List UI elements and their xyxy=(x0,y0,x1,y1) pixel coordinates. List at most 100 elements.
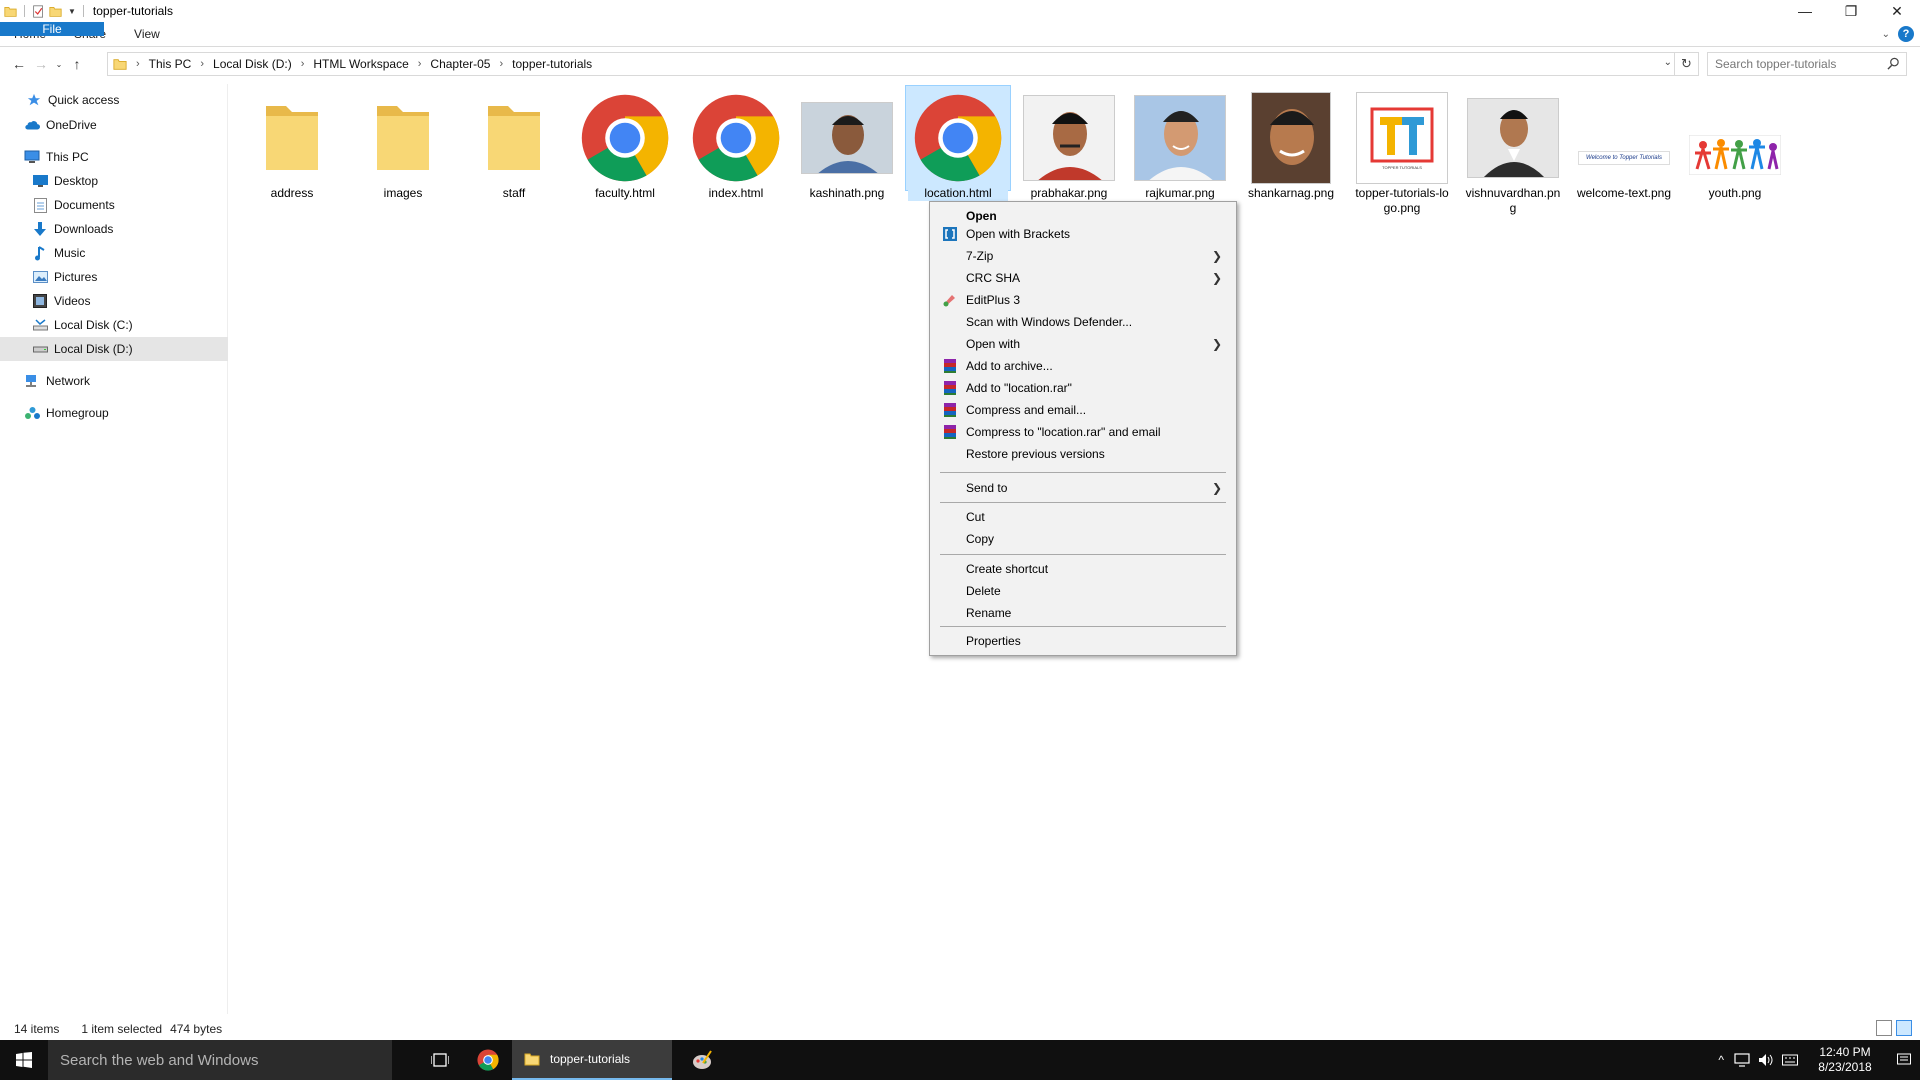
recent-locations-icon[interactable]: ⌄ xyxy=(52,52,66,76)
file-item[interactable]: kashinath.png xyxy=(795,86,899,201)
menu-item-restore-previous-versions[interactable]: Restore previous versions xyxy=(932,443,1234,465)
taskbar-search-input[interactable]: Search the web and Windows xyxy=(48,1040,392,1080)
menu-item-properties[interactable]: Properties xyxy=(932,630,1234,652)
logo-caption: TOPPER TUTORIALS xyxy=(1382,164,1422,170)
nav-item-documents[interactable]: Documents xyxy=(0,193,228,217)
chevron-right-icon[interactable]: › xyxy=(499,58,503,70)
menu-item-copy[interactable]: Copy xyxy=(932,528,1234,550)
nav-label: Local Disk (D:) xyxy=(54,342,133,356)
keyboard-icon[interactable] xyxy=(1782,1053,1798,1067)
expand-ribbon-icon[interactable]: ⌄ xyxy=(1882,29,1890,40)
volume-icon[interactable] xyxy=(1758,1053,1774,1067)
breadcrumb-local-disk-d[interactable]: Local Disk (D:) xyxy=(213,57,292,71)
menu-item-scan-defender[interactable]: Scan with Windows Defender... xyxy=(932,311,1234,333)
menu-item-rename[interactable]: Rename xyxy=(932,602,1234,624)
breadcrumb-html-workspace[interactable]: HTML Workspace xyxy=(313,57,408,71)
menu-item-7zip[interactable]: 7-Zip ❯ xyxy=(932,245,1234,267)
menu-item-create-shortcut[interactable]: Create shortcut xyxy=(932,558,1234,580)
menu-item-compress-to-rar-email[interactable]: Compress to "location.rar" and email xyxy=(932,421,1234,443)
file-name: staff xyxy=(502,186,526,200)
file-item[interactable]: Welcome to Topper Tutorials welcome-text… xyxy=(1572,86,1676,201)
file-item[interactable]: rajkumar.png xyxy=(1128,86,1232,201)
menu-item-editplus[interactable]: EditPlus 3 xyxy=(932,289,1234,311)
address-bar[interactable]: › This PC › Local Disk (D:) › HTML Works… xyxy=(107,52,1699,76)
homegroup-icon xyxy=(24,405,40,421)
file-item[interactable]: images xyxy=(351,86,455,201)
breadcrumb-this-pc[interactable]: This PC xyxy=(149,57,192,71)
chevron-right-icon[interactable]: › xyxy=(200,58,204,70)
nav-item-music[interactable]: Music xyxy=(0,241,228,265)
menu-item-send-to[interactable]: Send to ❯ xyxy=(932,477,1234,499)
paint-taskbar-button[interactable] xyxy=(678,1040,726,1080)
file-item[interactable]: shankarnag.png xyxy=(1239,86,1343,201)
menu-item-compress-and-email[interactable]: Compress and email... xyxy=(932,399,1234,421)
file-item[interactable]: faculty.html xyxy=(573,86,677,201)
network-icon[interactable] xyxy=(1734,1053,1750,1067)
file-item[interactable]: index.html xyxy=(684,86,788,201)
nav-item-videos[interactable]: Videos xyxy=(0,289,228,313)
nav-item-desktop[interactable]: Desktop xyxy=(0,169,228,193)
customize-toolbar-icon[interactable]: ▼ xyxy=(68,7,76,16)
breadcrumb-topper-tutorials[interactable]: topper-tutorials xyxy=(512,57,592,71)
search-input[interactable]: Search topper-tutorials xyxy=(1707,52,1907,76)
file-name: faculty.html xyxy=(595,186,655,200)
quick-access-toolbar: ▼ xyxy=(0,0,87,22)
clock[interactable]: 12:40 PM 8/23/2018 xyxy=(1802,1045,1888,1075)
details-view-icon[interactable] xyxy=(1876,1020,1892,1036)
file-item[interactable]: staff xyxy=(462,86,566,201)
show-hidden-icons[interactable]: ^ xyxy=(1718,1053,1724,1067)
menu-item-add-to-rar[interactable]: Add to "location.rar" xyxy=(932,377,1234,399)
forward-button[interactable]: → xyxy=(30,52,52,76)
menu-item-open-with[interactable]: Open with ❯ xyxy=(932,333,1234,355)
nav-item-local-disk-d[interactable]: Local Disk (D:) xyxy=(0,337,228,361)
file-name: location.html xyxy=(908,186,1008,201)
menu-item-open-with-brackets[interactable]: Open with Brackets xyxy=(932,223,1234,245)
chrome-taskbar-button[interactable] xyxy=(464,1040,512,1080)
restore-button[interactable]: ❐ xyxy=(1828,0,1874,22)
nav-item-downloads[interactable]: Downloads xyxy=(0,217,228,241)
folder-icon xyxy=(524,1053,540,1066)
nav-item-network[interactable]: Network xyxy=(0,369,228,393)
file-item[interactable]: youth.png xyxy=(1683,86,1787,201)
chevron-right-icon[interactable]: › xyxy=(301,58,305,70)
file-item[interactable]: address xyxy=(240,86,344,201)
tab-view[interactable]: View xyxy=(120,22,174,46)
menu-item-crc-sha[interactable]: CRC SHA ❯ xyxy=(932,267,1234,289)
help-icon[interactable]: ? xyxy=(1898,26,1914,42)
selection-size: 474 bytes xyxy=(170,1022,223,1036)
chevron-right-icon[interactable]: › xyxy=(418,58,422,70)
back-button[interactable]: ← xyxy=(8,52,30,76)
action-center-button[interactable] xyxy=(1888,1040,1920,1080)
menu-item-add-to-archive[interactable]: Add to archive... xyxy=(932,355,1234,377)
file-list: address images staff faculty.html index.… xyxy=(240,85,1910,216)
file-item[interactable]: prabhakar.png xyxy=(1017,86,1121,201)
drive-icon xyxy=(32,317,48,333)
large-icons-view-icon[interactable] xyxy=(1896,1020,1912,1036)
nav-item-this-pc[interactable]: This PC xyxy=(0,145,228,169)
properties-icon[interactable] xyxy=(32,4,45,18)
menu-item-delete[interactable]: Delete xyxy=(932,580,1234,602)
file-item[interactable]: TOPPER TUTORIALS topper-tutorials-logo.p… xyxy=(1350,86,1454,216)
navigation-pane: Quick access OneDrive This PC Desktop Do… xyxy=(0,84,228,1014)
nav-item-pictures[interactable]: Pictures xyxy=(0,265,228,289)
new-folder-icon[interactable] xyxy=(49,5,62,18)
task-view-button[interactable] xyxy=(416,1040,464,1080)
file-item[interactable]: vishnuvardhan.png xyxy=(1461,86,1565,216)
minimize-button[interactable]: — xyxy=(1782,0,1828,22)
breadcrumb-chapter-05[interactable]: Chapter-05 xyxy=(430,57,490,71)
close-button[interactable]: ✕ xyxy=(1874,0,1920,22)
up-button[interactable]: ↑ xyxy=(66,52,88,76)
nav-item-homegroup[interactable]: Homegroup xyxy=(0,401,228,425)
nav-item-onedrive[interactable]: OneDrive xyxy=(0,113,228,137)
nav-item-quick-access[interactable]: Quick access xyxy=(0,88,228,112)
refresh-button[interactable]: ↻ xyxy=(1674,53,1698,75)
tab-file[interactable]: File xyxy=(0,22,104,36)
explorer-taskbar-button[interactable]: topper-tutorials xyxy=(512,1040,672,1080)
search-placeholder: Search topper-tutorials xyxy=(1715,57,1837,71)
menu-item-cut[interactable]: Cut xyxy=(932,506,1234,528)
start-button[interactable] xyxy=(0,1040,48,1080)
nav-item-local-disk-c[interactable]: Local Disk (C:) xyxy=(0,313,228,337)
chevron-down-icon[interactable]: ⌄ xyxy=(1664,57,1672,68)
address-row: ← → ⌄ ↑ › This PC › Local Disk (D:) › HT… xyxy=(0,48,1920,80)
file-item-selected[interactable]: location.html xyxy=(905,85,1011,201)
